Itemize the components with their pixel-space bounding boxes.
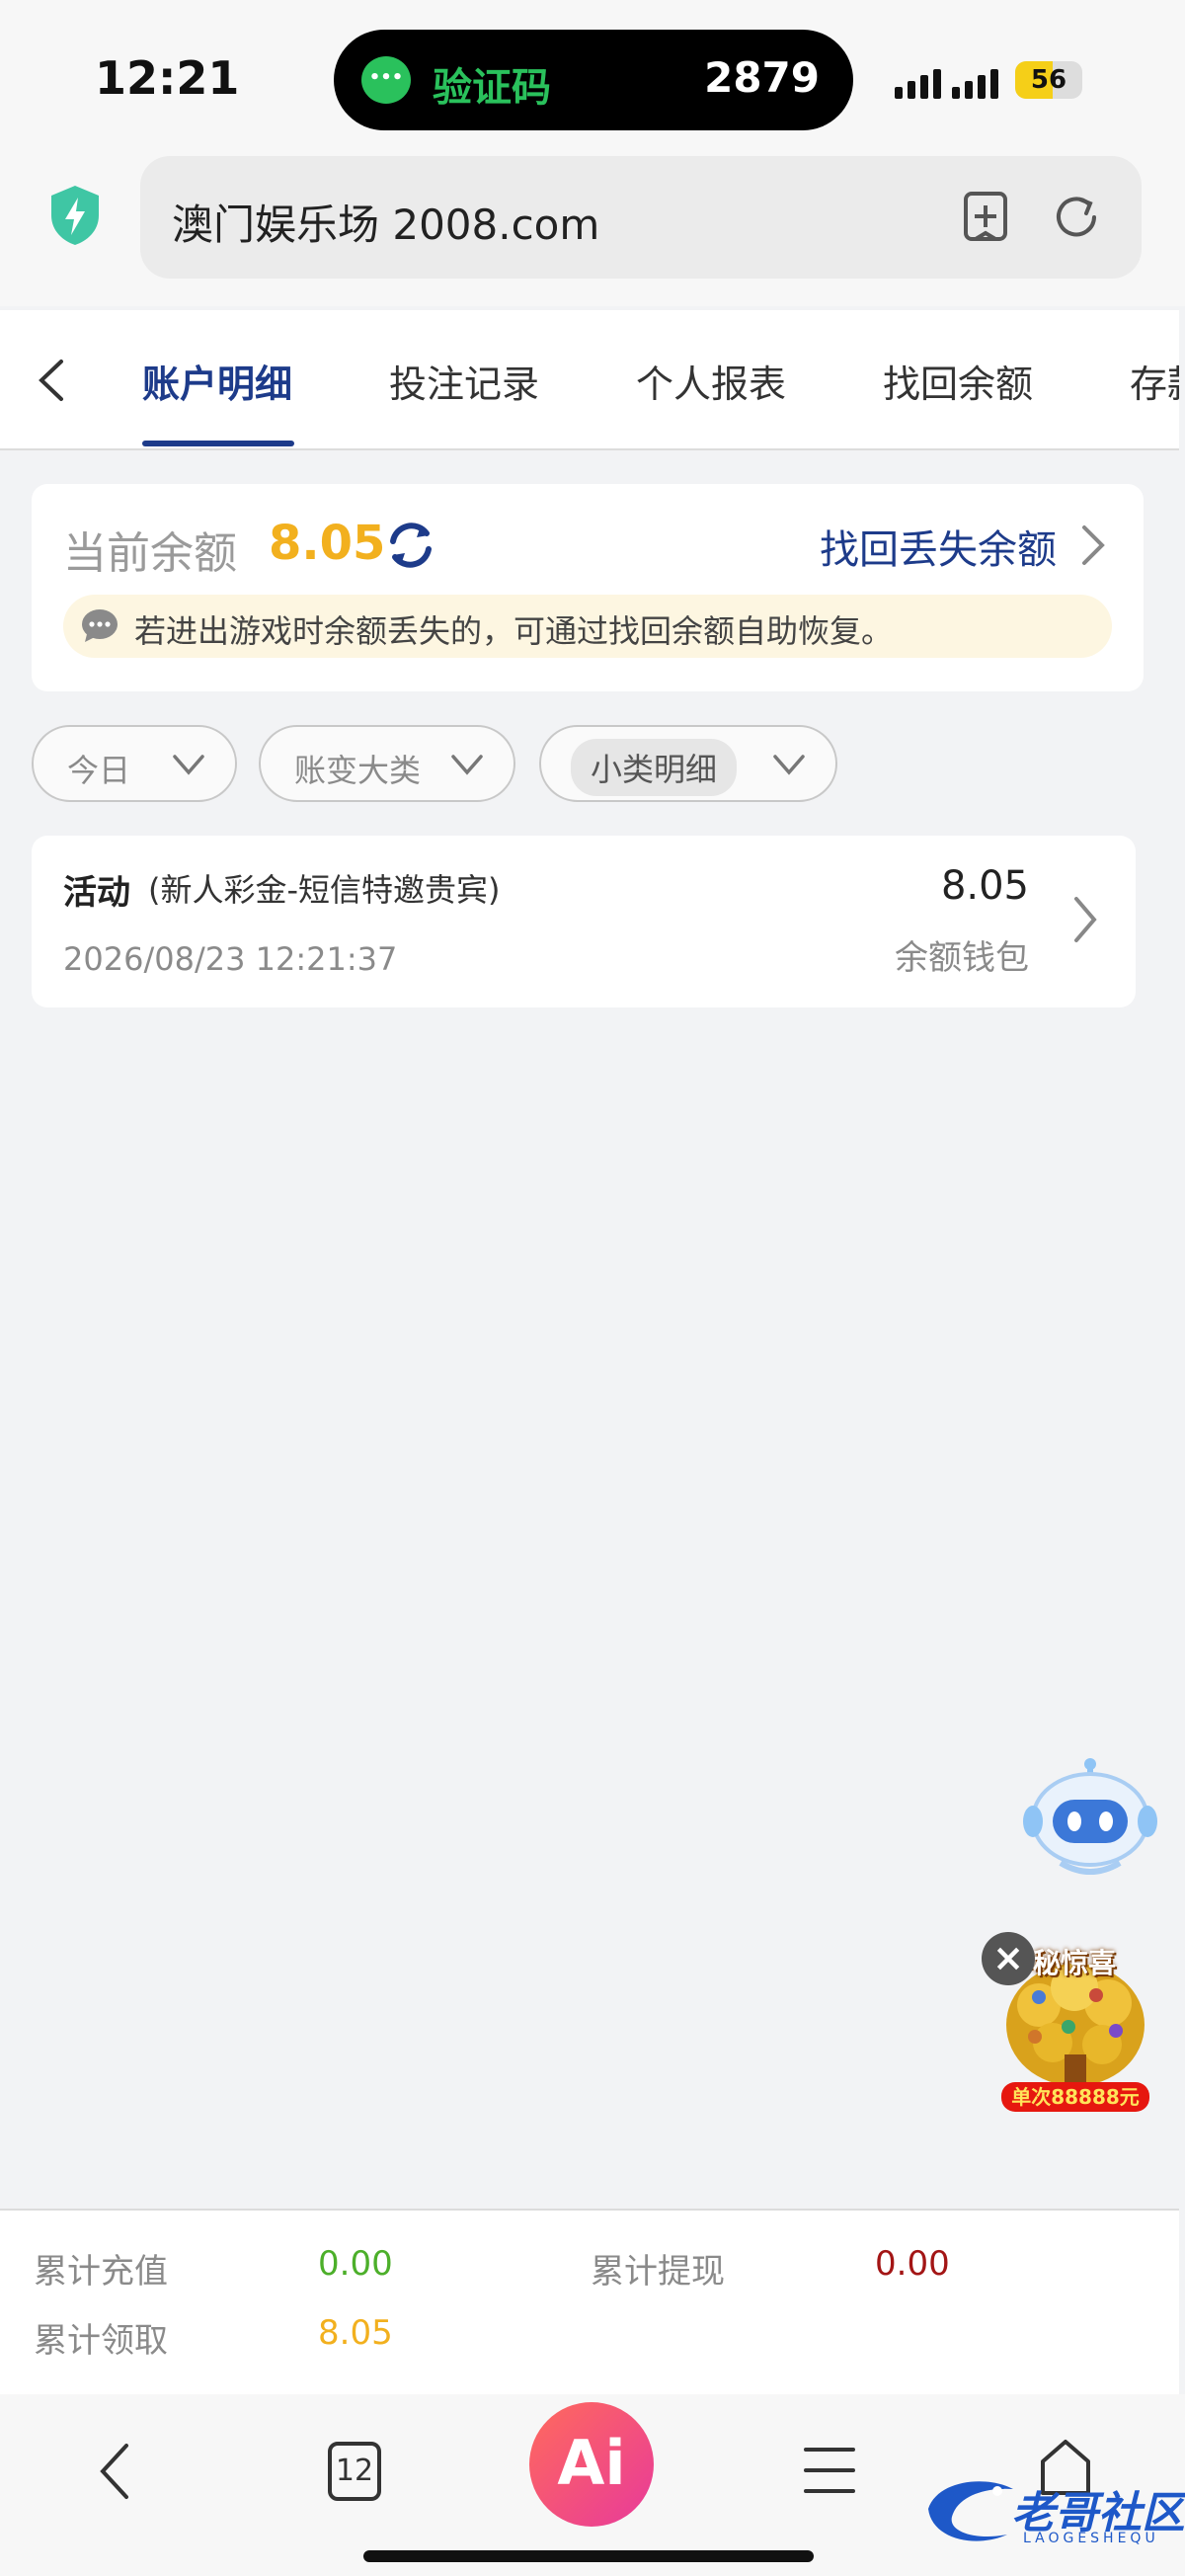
recover-tip-banner: 若进出游戏时余额丢失的，可通过找回余额自助恢复。 [63,595,1112,658]
total-withdraw-value: 0.00 [875,2244,950,2284]
chat-bubble-icon [82,609,118,642]
battery-level: 56 [1030,65,1067,95]
date-filter-dropdown[interactable]: 今日 [32,725,237,802]
total-recharge-label: 累计充值 [34,2252,168,2292]
customer-service-robot-icon[interactable] [1021,1756,1159,1887]
refresh-balance-icon[interactable] [383,518,438,573]
record-description: (新人彩金-短信特邀贵宾) [148,871,501,909]
chevron-down-icon [173,755,204,775]
transaction-record[interactable]: 活动 (新人彩金-短信特邀贵宾) 2026/08/23 12:21:37 8.0… [32,836,1136,1007]
date-filter-label: 今日 [67,752,131,789]
notification-label: 验证码 [433,65,551,111]
shield-bolt-icon[interactable] [47,184,103,247]
chevron-down-icon [773,755,805,775]
chevron-right-icon[interactable] [1078,523,1108,567]
ai-assistant-button[interactable]: Ai [529,2402,654,2527]
tab-recover-balance[interactable]: 找回余额 [883,354,1033,408]
promo-price: 单次88888元 [1001,2082,1149,2112]
tab-deposit[interactable]: 存款 [1130,354,1179,408]
battery-icon: 56 [1015,61,1082,99]
balance-value: 8.05 [269,516,386,571]
back-arrow-icon[interactable] [95,2442,134,2501]
watermark-subtext: LAOGESHEQU [1023,2531,1159,2546]
category-filter-dropdown[interactable]: 账变大类 [259,725,515,802]
signal-icon [895,65,1007,99]
totals-summary: 累计充值 0.00 累计提现 0.00 累计领取 8.05 [0,2209,1179,2394]
active-tab-indicator [142,441,294,446]
record-amount: 8.05 [940,863,1029,909]
browser-toolbar: 澳门娱乐场 2008.com [0,148,1185,306]
url-text[interactable]: 澳门娱乐场 2008.com [172,192,599,252]
menu-icon[interactable] [802,2444,857,2497]
tab-personal-report[interactable]: 个人报表 [636,354,786,408]
total-claim-label: 累计领取 [34,2321,168,2361]
dynamic-island-notification[interactable]: ••• 验证码 2879 [334,30,853,130]
tab-bet-records[interactable]: 投注记录 [389,354,539,408]
address-bar[interactable]: 澳门娱乐场 2008.com [140,156,1142,279]
browser-bottom-nav: 12 Ai 老哥社区 LAOGESHEQU [0,2394,1185,2576]
category-filter-label: 账变大类 [294,752,422,789]
balance-card: 当前余额 8.05 找回丢失余额 若进出游戏时余额丢失的，可通过找回余额自助恢复… [32,484,1144,691]
status-bar: 12:21 ••• 验证码 2879 56 [0,0,1185,148]
record-type: 活动 [63,873,130,913]
subcategory-filter-dropdown[interactable]: 小类明细 [539,725,837,802]
total-withdraw-label: 累计提现 [591,2252,725,2292]
notification-code: 2879 [704,53,820,102]
record-wallet: 余额钱包 [895,938,1029,978]
add-bookmark-icon[interactable] [962,190,1013,245]
tab-account-details[interactable]: 账户明细 [142,354,292,408]
balance-label: 当前余额 [63,528,237,579]
tabs-count-button[interactable]: 12 [328,2442,381,2501]
record-datetime: 2026/08/23 12:21:37 [63,940,398,978]
account-tab-bar: 账户明细 投注记录 个人报表 找回余额 存款 [0,310,1179,450]
total-recharge-value: 0.00 [318,2244,393,2284]
recover-tip-text: 若进出游戏时余额丢失的，可通过找回余额自助恢复。 [134,612,894,650]
close-promo-button[interactable]: × [982,1932,1035,1985]
home-indicator [363,2550,814,2562]
wechat-icon: ••• [361,56,411,104]
subcategory-filter-label: 小类明细 [571,739,738,796]
reload-icon[interactable] [1051,190,1102,245]
total-claim-value: 8.05 [318,2313,393,2353]
status-time: 12:21 [95,51,240,105]
chevron-right-icon[interactable] [1070,895,1100,944]
recover-lost-balance-link[interactable]: 找回丢失余额 [820,518,1057,575]
back-chevron-icon[interactable] [32,358,71,403]
chevron-down-icon [451,755,483,775]
